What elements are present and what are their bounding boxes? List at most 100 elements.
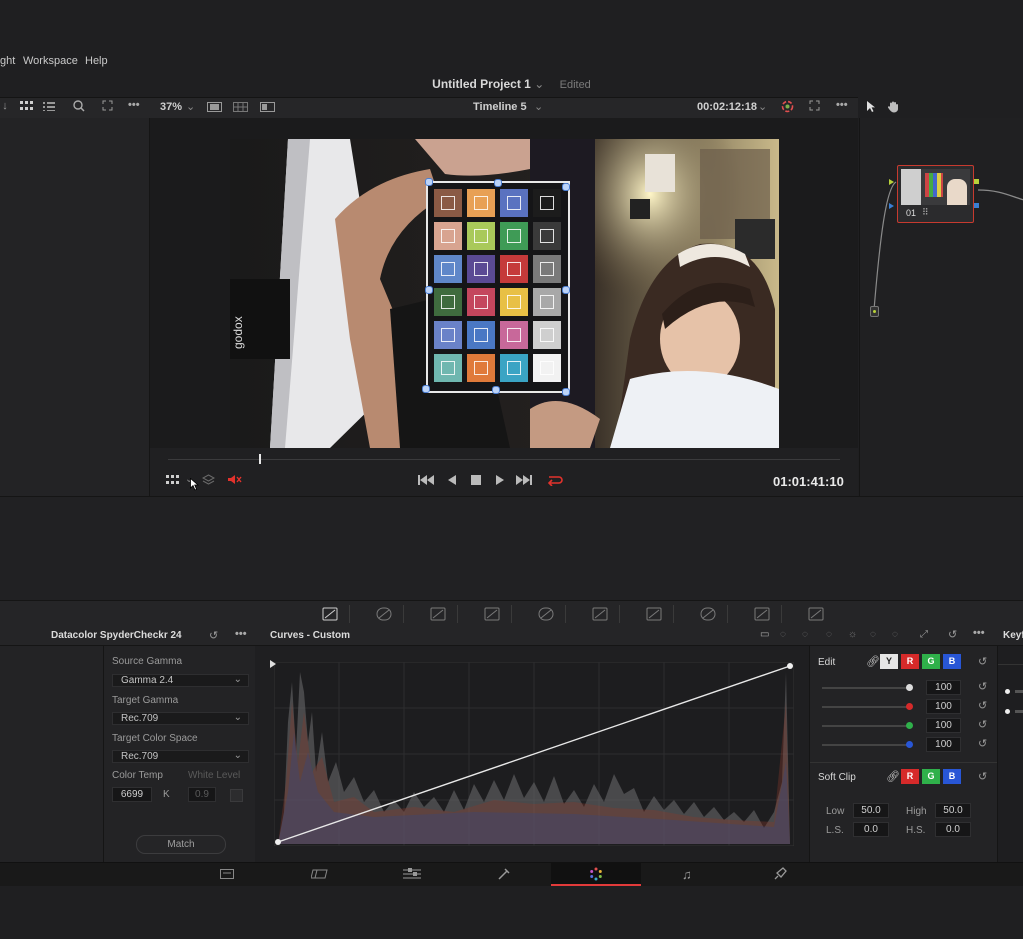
color-checker-chart[interactable]	[426, 181, 570, 393]
reset-icon[interactable]: ↺	[978, 737, 987, 750]
hs-field[interactable]: 0.0	[935, 822, 971, 837]
color-page-tab-active[interactable]	[551, 863, 641, 887]
step-back-icon[interactable]	[448, 475, 456, 485]
fusion-page-icon[interactable]	[497, 867, 511, 881]
expand-icon[interactable]	[809, 100, 820, 111]
skip-start-icon[interactable]	[418, 475, 434, 485]
node-01[interactable]: 01 ⠿	[897, 165, 974, 223]
menu-item-workspace[interactable]: Workspace	[23, 55, 78, 67]
ls-field[interactable]: 0.0	[853, 822, 889, 837]
pointer-icon[interactable]	[866, 100, 876, 113]
high-field[interactable]: 50.0	[935, 803, 971, 818]
softclip-b-button[interactable]: B	[943, 769, 961, 784]
tracker-tool-icon[interactable]	[538, 607, 554, 621]
window-tool-icon[interactable]	[484, 607, 500, 621]
gallery-view-icon[interactable]	[233, 102, 248, 112]
menu-item-help[interactable]: Help	[85, 55, 108, 67]
b-slider-track[interactable]	[822, 744, 910, 746]
layers-icon[interactable]	[202, 474, 215, 485]
channel-b-button[interactable]: B	[943, 654, 961, 669]
channel-g-button[interactable]: G	[922, 654, 940, 669]
curves-tool-icon[interactable]	[322, 607, 338, 621]
link-icon[interactable]: 🔗︎	[866, 655, 880, 668]
input-node[interactable]	[870, 306, 879, 317]
chevron-down-icon[interactable]: ⌄	[534, 77, 544, 91]
node-output-alpha[interactable]	[974, 203, 979, 208]
channel-r-button[interactable]: R	[901, 654, 919, 669]
split-screen-icon[interactable]	[260, 102, 275, 112]
mute-icon[interactable]	[227, 474, 242, 485]
corner-handle[interactable]	[562, 388, 570, 396]
hand-icon[interactable]	[887, 100, 900, 113]
reset-icon[interactable]: ↺	[948, 628, 957, 641]
curve-hue-icon[interactable]: ◌	[780, 629, 786, 640]
edge-handle[interactable]	[562, 286, 570, 294]
magic-mask-tool-icon[interactable]	[592, 607, 608, 621]
zoom-level[interactable]: 37%	[160, 101, 182, 113]
3d-tool-icon[interactable]	[808, 607, 824, 621]
single-viewer-icon[interactable]	[207, 102, 222, 112]
key-tool-icon[interactable]	[700, 607, 716, 621]
deliver-page-icon[interactable]	[773, 867, 787, 881]
r-slider-track[interactable]	[822, 706, 910, 708]
edge-handle[interactable]	[492, 386, 500, 394]
sort-icon[interactable]: ↓	[0, 100, 10, 112]
project-title[interactable]: Untitled Project 1	[432, 77, 531, 91]
curve-mode-icon[interactable]: ▭	[760, 629, 769, 640]
warper-tool-icon[interactable]	[376, 607, 392, 621]
white-level-checkbox[interactable]	[230, 789, 243, 802]
g-slider-knob[interactable]	[906, 722, 913, 729]
node-input-rgb[interactable]	[889, 179, 894, 185]
y-value[interactable]: 100	[926, 680, 961, 695]
link-icon[interactable]: 🔗︎	[886, 770, 900, 783]
curve-sun-icon[interactable]: ☼	[848, 629, 857, 640]
expand-icon[interactable]	[102, 100, 113, 111]
keyframe-dot[interactable]	[1005, 689, 1010, 694]
y-slider-track[interactable]	[822, 687, 910, 689]
skip-end-icon[interactable]	[516, 475, 532, 485]
color-wheel-icon[interactable]	[781, 100, 794, 113]
node-input-alpha[interactable]	[889, 203, 894, 209]
node-editor[interactable]: 01 ⠿	[859, 118, 1023, 496]
source-gamma-dropdown[interactable]: Gamma 2.4 ⌄	[112, 674, 249, 687]
edge-handle[interactable]	[425, 286, 433, 294]
clip-grid-icon[interactable]	[166, 475, 179, 485]
more-options-icon[interactable]: •••	[836, 99, 848, 111]
edit-page-icon[interactable]	[403, 868, 421, 880]
grid-view-icon[interactable]	[20, 101, 33, 112]
target-gamma-dropdown[interactable]: Rec.709 ⌄	[112, 712, 249, 725]
chevron-down-icon[interactable]: ⌄	[534, 100, 543, 113]
video-frame[interactable]: godox	[230, 139, 779, 448]
target-color-space-dropdown[interactable]: Rec.709 ⌄	[112, 750, 249, 763]
search-icon[interactable]	[73, 100, 85, 112]
sizing-tool-icon[interactable]	[754, 607, 770, 621]
edge-handle[interactable]	[494, 179, 502, 187]
cut-page-icon[interactable]	[311, 868, 329, 880]
b-value[interactable]: 100	[926, 737, 961, 752]
match-button[interactable]: Match	[136, 835, 226, 854]
chevron-down-icon[interactable]: ⌄	[758, 100, 767, 113]
timecode-top[interactable]: 00:02:12:18	[697, 101, 757, 113]
curve-sat-icon[interactable]: ◌	[802, 629, 808, 640]
low-field[interactable]: 50.0	[853, 803, 889, 818]
list-view-icon[interactable]	[43, 101, 55, 111]
softclip-g-button[interactable]: G	[922, 769, 940, 784]
blur-tool-icon[interactable]	[646, 607, 662, 621]
stop-icon[interactable]	[471, 475, 481, 485]
reset-icon[interactable]: ↺	[209, 629, 218, 642]
reset-icon[interactable]: ↺	[978, 770, 987, 783]
g-slider-track[interactable]	[822, 725, 910, 727]
expand-icon[interactable]: ⤢	[920, 629, 928, 640]
corner-handle[interactable]	[562, 183, 570, 191]
corner-handle[interactable]	[425, 178, 433, 186]
g-value[interactable]: 100	[926, 718, 961, 733]
reset-icon[interactable]: ↺	[978, 699, 987, 712]
menu-item-light[interactable]: ght	[0, 55, 15, 67]
more-options-icon[interactable]: •••	[235, 628, 247, 640]
reset-icon[interactable]: ↺	[978, 718, 987, 731]
fairlight-page-icon[interactable]: ♫	[682, 867, 692, 882]
curve-lum-icon[interactable]: ◌	[826, 629, 832, 640]
r-value[interactable]: 100	[926, 699, 961, 714]
color-temp-field[interactable]: 6699	[112, 787, 152, 802]
reset-icon[interactable]: ↺	[978, 680, 987, 693]
